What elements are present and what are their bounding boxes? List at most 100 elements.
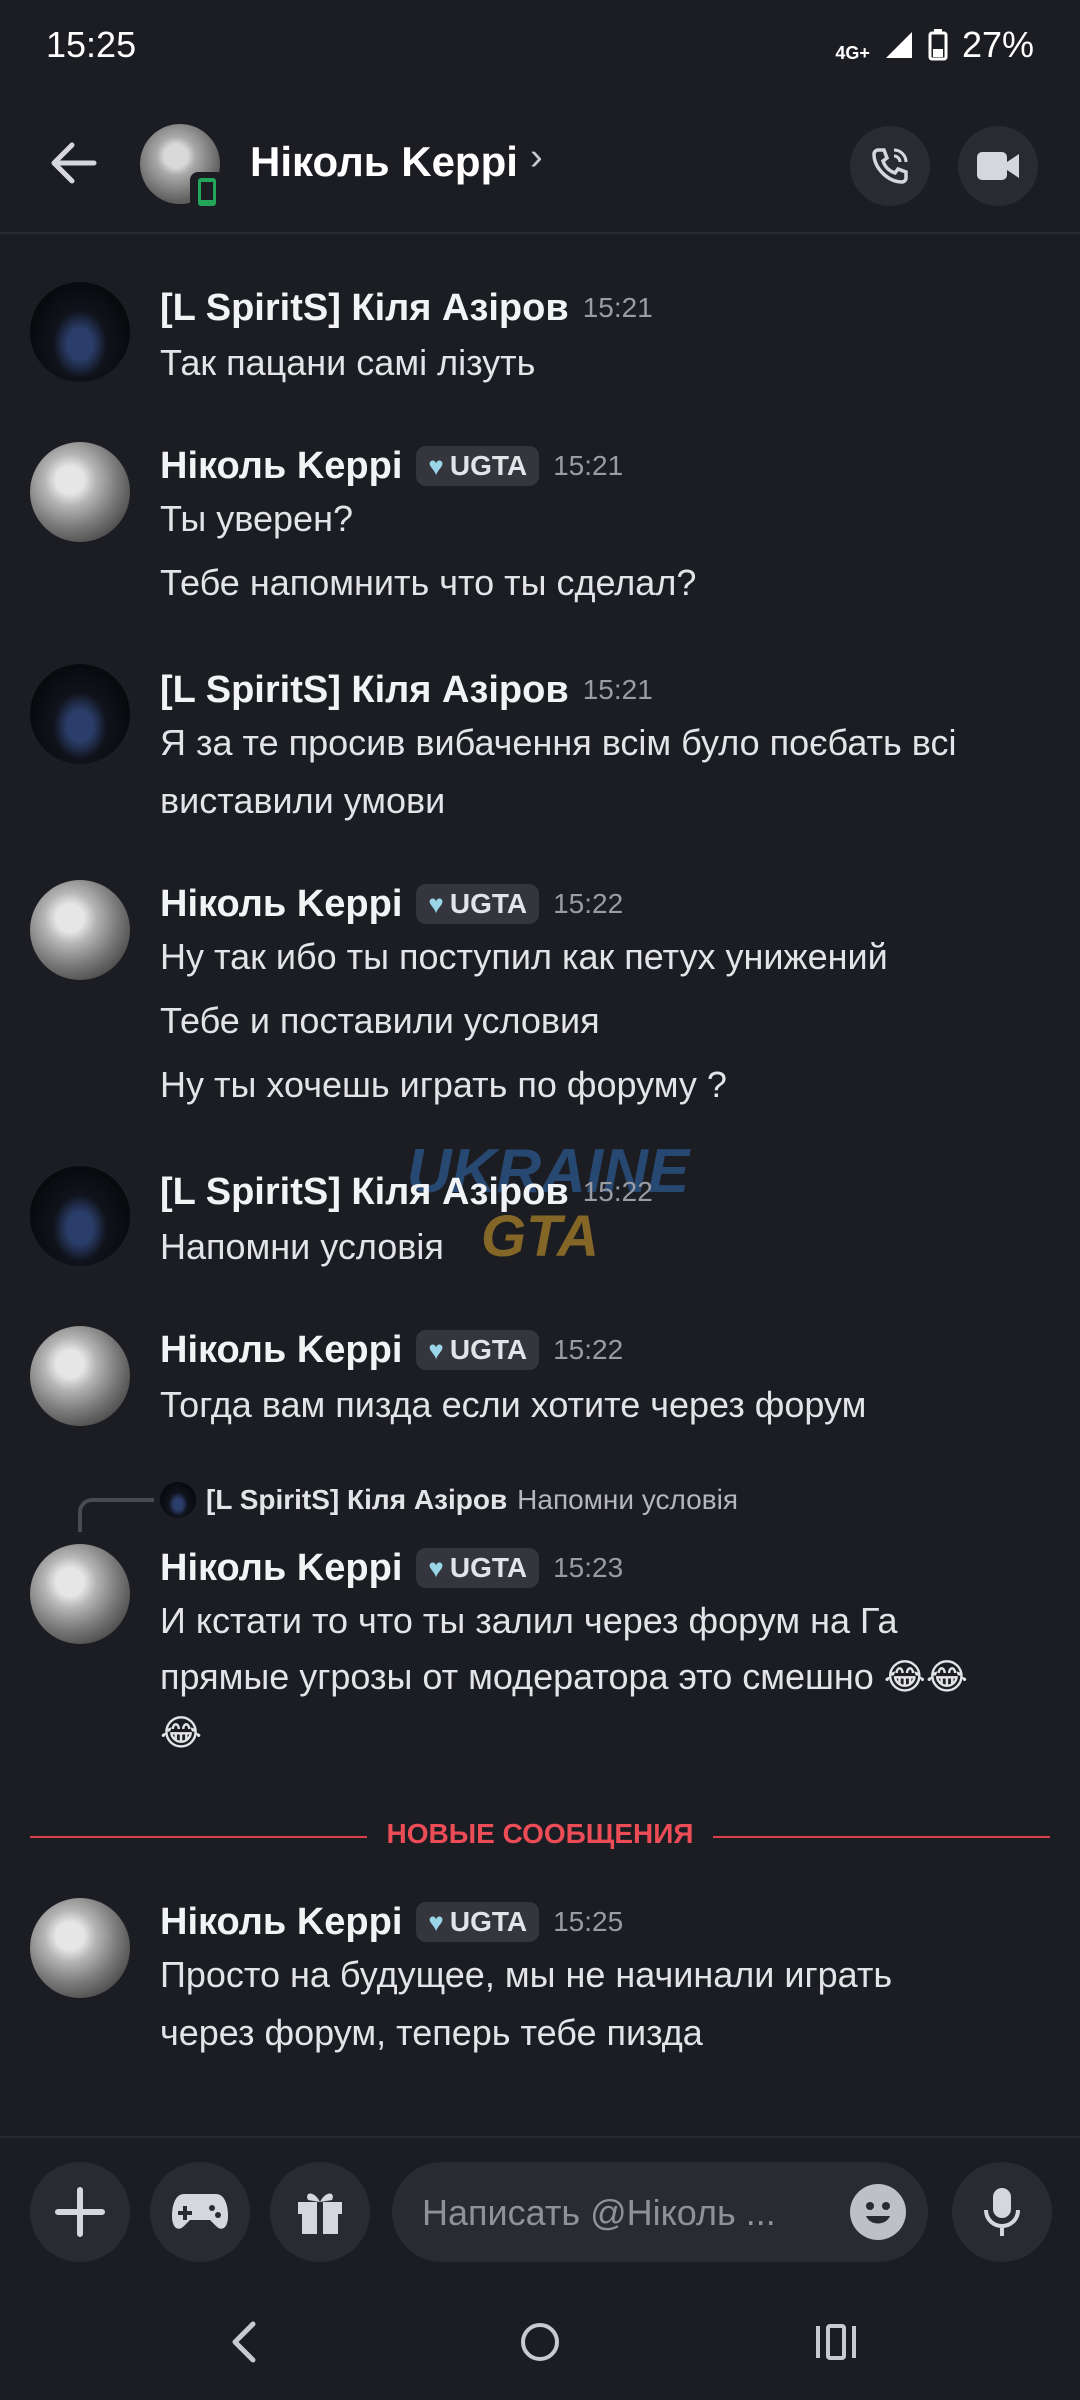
new-messages-text: НОВЫЕ СООБЩЕНИЯ [366, 1818, 714, 1849]
author-name[interactable]: Ніколь Keppi [160, 445, 402, 488]
phone-device-icon [198, 178, 216, 206]
phone-call-icon [872, 148, 908, 184]
message-text: Напомни условія [160, 1226, 444, 1267]
message-time: 15:22 [582, 1176, 653, 1207]
activities-button[interactable] [150, 2162, 250, 2262]
message-input[interactable]: Написать @Ніколь ... [392, 2162, 928, 2262]
message-text: Ну ты хочешь играть по форуму ? [160, 1064, 727, 1105]
reply-text: Напомни условія [517, 1484, 738, 1515]
message-text: 😂 [160, 1712, 203, 1753]
attach-button[interactable] [30, 2162, 130, 2262]
status-time: 15:25 [46, 24, 137, 65]
message-text: Я за те просив вибачення всім було поєба… [160, 722, 957, 763]
server-tag-label: UGTA [449, 888, 528, 919]
reply-author: [L SpiritS] Кіля Азіров [206, 1484, 508, 1515]
user-avatar[interactable] [30, 442, 130, 542]
arrow-left-icon [51, 142, 97, 184]
reply-connector [78, 1498, 154, 1532]
status-icons: 4G+ 27% [835, 24, 1034, 66]
author-name[interactable]: Ніколь Keppi [160, 883, 402, 926]
voice-message-button[interactable] [952, 2162, 1052, 2262]
video-camera-icon [977, 152, 1019, 180]
plus-icon [55, 2187, 105, 2237]
system-nav-bar [0, 2286, 1080, 2400]
message-text: Тебе и поставили условия [160, 1000, 600, 1041]
message-time: 15:23 [553, 1552, 624, 1583]
user-avatar[interactable] [30, 1166, 130, 1266]
user-avatar[interactable] [30, 664, 130, 764]
message-text: Так пацани самі лізуть [160, 342, 536, 383]
user-avatar[interactable] [30, 1898, 130, 1998]
heart-icon: ♥ [428, 888, 444, 919]
recents-icon [816, 2324, 856, 2360]
network-label: 4G+ [835, 42, 870, 63]
user-avatar[interactable] [30, 880, 130, 980]
message-input-placeholder: Написать @Ніколь ... [422, 2192, 776, 2233]
message-header: Ніколь Keppi ♥ UGTA 15:25 [160, 1894, 623, 1950]
message-text: через форум, теперь тебе пизда [160, 2012, 703, 2053]
user-avatar[interactable] [30, 1544, 130, 1644]
heart-icon: ♥ [428, 1906, 444, 1937]
nav-back-button[interactable] [204, 2310, 284, 2374]
message-time: 15:21 [582, 292, 653, 323]
server-tag[interactable]: ♥ UGTA [416, 1902, 540, 1942]
chat-header: Ніколь Keppi › [0, 96, 1080, 234]
chevron-left-icon [232, 2321, 256, 2363]
microphone-icon [984, 2188, 1020, 2236]
author-name[interactable]: [L SpiritS] Кіля Азіров [160, 1171, 569, 1214]
author-name[interactable]: [L SpiritS] Кіля Азіров [160, 669, 569, 712]
message-time: 15:25 [553, 1906, 624, 1937]
author-name[interactable]: [L SpiritS] Кіля Азіров [160, 287, 569, 330]
nav-recents-button[interactable] [796, 2310, 876, 2374]
reply-reference[interactable]: [L SpiritS] Кіля Азіров Напомни условія [160, 1482, 738, 1518]
server-tag-label: UGTA [449, 450, 528, 481]
chevron-right-icon[interactable]: › [530, 136, 543, 179]
message-header: [L SpiritS] Кіля Азіров 15:22 [160, 1164, 653, 1220]
gamepad-icon [172, 2194, 228, 2229]
author-name[interactable]: Ніколь Keppi [160, 1901, 402, 1944]
message-time: 15:22 [553, 1334, 624, 1365]
server-tag-label: UGTA [449, 1906, 528, 1937]
heart-icon: ♥ [428, 1334, 444, 1365]
mobile-status-badge [190, 172, 224, 212]
message-text: Просто на будущее, мы не начинали играть [160, 1954, 893, 1995]
new-messages-label: НОВЫЕ СООБЩЕНИЯ [30, 1818, 1050, 1850]
author-name[interactable]: Ніколь Keppi [160, 1547, 402, 1590]
server-tag-label: UGTA [449, 1552, 528, 1583]
message-time: 15:22 [553, 888, 624, 919]
message-header: Ніколь Keppi ♥ UGTA 15:23 [160, 1540, 623, 1596]
reply-avatar [160, 1482, 196, 1518]
user-avatar[interactable] [30, 282, 130, 382]
message-text: И кстати то что ты залил через форум на … [160, 1600, 898, 1641]
video-call-button[interactable] [958, 126, 1038, 206]
message-header: Ніколь Keppi ♥ UGTA 15:21 [160, 438, 623, 494]
home-circle-icon [521, 2323, 559, 2361]
message-text: Тогда вам пизда если хотите через форум [160, 1384, 867, 1425]
battery-percent: 27% [961, 24, 1034, 65]
server-tag[interactable]: ♥ UGTA [416, 1330, 540, 1370]
smile-icon [866, 2202, 890, 2224]
message-time: 15:21 [582, 674, 653, 705]
server-tag[interactable]: ♥ UGTA [416, 884, 540, 924]
author-name[interactable]: Ніколь Keppi [160, 1329, 402, 1372]
heart-icon: ♥ [428, 450, 444, 481]
gift-icon [298, 2193, 342, 2234]
signal-icon [885, 32, 912, 58]
message-composer: Написать @Ніколь ... [0, 2136, 1080, 2288]
message-header: [L SpiritS] Кіля Азіров 15:21 [160, 280, 653, 336]
message-time: 15:21 [553, 450, 624, 481]
contact-name[interactable]: Ніколь Keppi [250, 138, 518, 186]
message-text: Ну так ибо ты поступил как петух унижени… [160, 936, 888, 977]
heart-icon: ♥ [428, 1552, 444, 1583]
gift-button[interactable] [270, 2162, 370, 2262]
status-bar: 15:25 4G+ 27% [0, 0, 1080, 96]
voice-call-button[interactable] [850, 126, 930, 206]
message-text: прямые угрозы от модератора это смешно 😂… [160, 1656, 968, 1697]
message-header: Ніколь Keppi ♥ UGTA 15:22 [160, 1322, 623, 1378]
server-tag[interactable]: ♥ UGTA [416, 1548, 540, 1588]
server-tag[interactable]: ♥ UGTA [416, 446, 540, 486]
nav-home-button[interactable] [500, 2310, 580, 2374]
back-button[interactable] [40, 130, 106, 196]
emoji-button[interactable] [850, 2184, 906, 2240]
user-avatar[interactable] [30, 1326, 130, 1426]
